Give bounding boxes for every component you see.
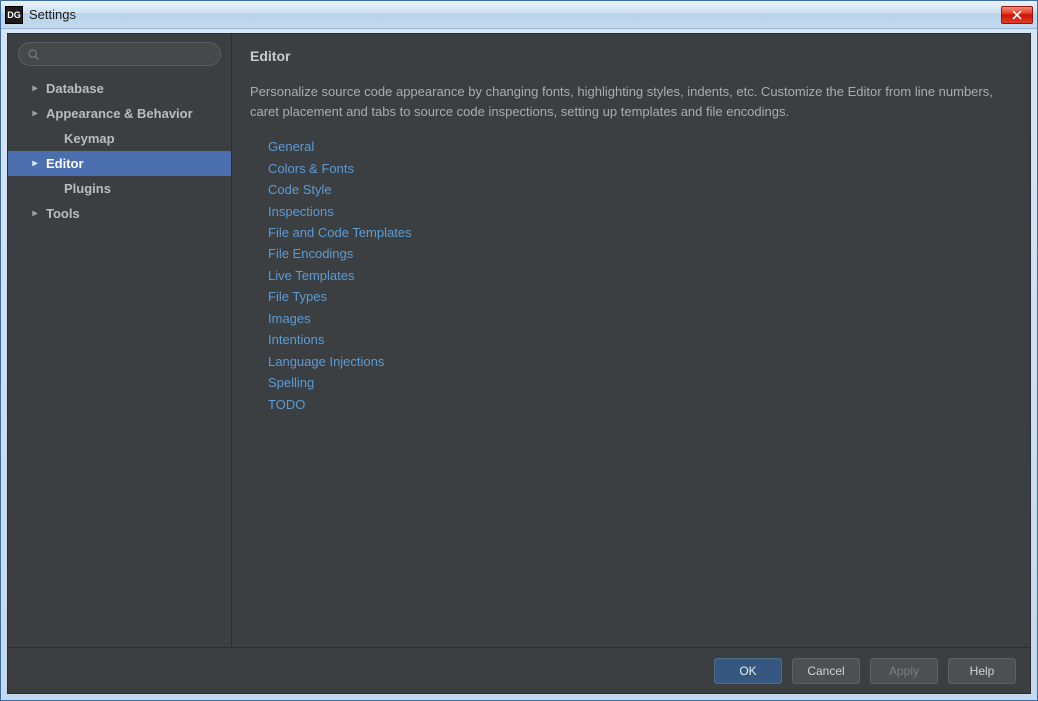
search-icon: [27, 48, 40, 61]
cancel-button[interactable]: Cancel: [792, 658, 860, 684]
chevron-right-icon: ▸: [30, 158, 40, 169]
subpage-link-inspections[interactable]: Inspections: [268, 201, 1012, 222]
apply-button[interactable]: Apply: [870, 658, 938, 684]
dialog-body: ▸ Database ▸ Appearance & Behavior Keymap ▸ Ed…: [7, 33, 1031, 694]
editor-subpage-links: GeneralColors & FontsCode StyleInspectio…: [250, 136, 1012, 415]
subpage-link-file-encodings[interactable]: File Encodings: [268, 243, 1012, 264]
subpage-link-todo[interactable]: TODO: [268, 394, 1012, 415]
titlebar: DG Settings: [1, 1, 1037, 29]
close-icon: [1012, 10, 1022, 20]
ok-button[interactable]: OK: [714, 658, 782, 684]
close-button[interactable]: [1001, 6, 1033, 24]
help-button[interactable]: Help: [948, 658, 1016, 684]
sidebar: ▸ Database ▸ Appearance & Behavior Keymap ▸ Ed…: [8, 34, 232, 647]
subpage-link-language-injections[interactable]: Language Injections: [268, 351, 1012, 372]
tree-item-appearance-behavior[interactable]: ▸ Appearance & Behavior: [8, 101, 231, 126]
tree-item-database[interactable]: ▸ Database: [8, 76, 231, 101]
settings-tree: ▸ Database ▸ Appearance & Behavior Keymap ▸ Ed…: [8, 76, 231, 647]
tree-item-keymap[interactable]: Keymap: [8, 126, 231, 151]
subpage-link-code-style[interactable]: Code Style: [268, 179, 1012, 200]
tree-item-label: Keymap: [64, 131, 115, 146]
subpage-link-intentions[interactable]: Intentions: [268, 329, 1012, 350]
tree-item-label: Editor: [46, 156, 84, 171]
subpage-link-images[interactable]: Images: [268, 308, 1012, 329]
main-row: ▸ Database ▸ Appearance & Behavior Keymap ▸ Ed…: [8, 34, 1030, 647]
tree-item-label: Plugins: [64, 181, 111, 196]
chevron-right-icon: ▸: [30, 108, 40, 119]
tree-item-label: Database: [46, 81, 104, 96]
window-title: Settings: [29, 7, 1001, 22]
subpage-link-live-templates[interactable]: Live Templates: [268, 265, 1012, 286]
settings-window: DG Settings ▸Database▸Appe: [0, 0, 1038, 701]
subpage-link-general[interactable]: General: [268, 136, 1012, 157]
content-description: Personalize source code appearance by ch…: [250, 82, 1012, 122]
tree-item-editor[interactable]: ▸ Editor: [8, 151, 231, 176]
tree-item-label: Appearance & Behavior: [46, 106, 193, 121]
search-field[interactable]: [18, 42, 221, 66]
chevron-right-icon: ▸: [30, 83, 40, 94]
tree-item-label: Tools: [46, 206, 80, 221]
content-panel: Editor Personalize source code appearanc…: [232, 34, 1030, 647]
content-heading: Editor: [250, 48, 1012, 64]
subpage-link-file-and-code-templates[interactable]: File and Code Templates: [268, 222, 1012, 243]
tree-item-tools[interactable]: ▸ Tools: [8, 201, 231, 226]
search-wrap: [8, 42, 231, 76]
dialog-footer: OK Cancel Apply Help: [8, 647, 1030, 693]
subpage-link-file-types[interactable]: File Types: [268, 286, 1012, 307]
search-input[interactable]: [46, 47, 212, 61]
chevron-right-icon: ▸: [30, 208, 40, 219]
tree-item-plugins[interactable]: Plugins: [8, 176, 231, 201]
app-icon: DG: [5, 6, 23, 24]
subpage-link-spelling[interactable]: Spelling: [268, 372, 1012, 393]
subpage-link-colors-fonts[interactable]: Colors & Fonts: [268, 158, 1012, 179]
